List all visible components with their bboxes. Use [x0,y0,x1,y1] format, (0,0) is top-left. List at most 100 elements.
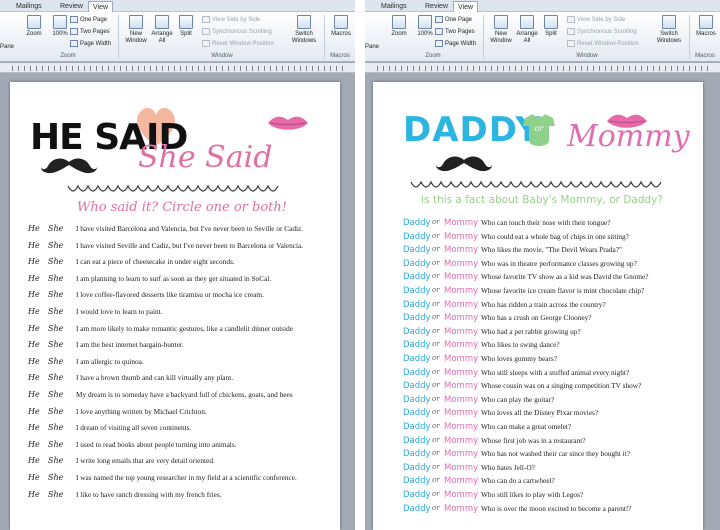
mommy-option[interactable]: Mommy [444,422,478,432]
document-page[interactable]: HE SAID She Said Who said it? Circle one… [10,82,340,530]
mommy-option[interactable]: Mommy [444,395,478,405]
page-width-button[interactable]: Page Width [435,39,476,49]
horizontal-ruler[interactable] [0,63,355,73]
document-page[interactable]: DADDY or Mommy Is this a fact about Baby… [373,82,703,530]
daddy-option[interactable]: Daddy [403,300,431,310]
she-option[interactable]: She [48,407,63,416]
mommy-option[interactable]: Mommy [444,354,478,364]
mommy-option[interactable]: Mommy [444,476,478,486]
he-option[interactable]: He [28,456,40,465]
reset-window-position-button[interactable]: Reset Window Position [567,39,639,49]
mommy-option[interactable]: Mommy [444,436,478,446]
mommy-option[interactable]: Mommy [444,340,478,350]
he-option[interactable]: He [28,290,40,299]
mommy-option[interactable]: Mommy [444,259,478,269]
he-option[interactable]: He [28,357,40,366]
zoom-button[interactable]: Zoom [385,15,413,49]
daddy-option[interactable]: Daddy [403,381,431,391]
tab-review[interactable]: Review [421,1,452,12]
tab-mailings[interactable]: Mailings [12,1,46,12]
daddy-option[interactable]: Daddy [403,368,431,378]
new-window-button[interactable]: New Window [122,15,150,49]
she-option[interactable]: She [48,456,63,465]
tab-review[interactable]: Review [56,1,87,12]
daddy-option[interactable]: Daddy [403,340,431,350]
macros-button[interactable]: Macros [692,15,720,49]
tab-mailings[interactable]: Mailings [377,1,411,12]
horizontal-ruler[interactable] [365,63,720,73]
daddy-option[interactable]: Daddy [403,395,431,405]
he-option[interactable]: He [28,440,40,449]
view-side-by-side-button[interactable]: View Side by Side [567,15,625,25]
he-option[interactable]: He [28,241,40,250]
daddy-option[interactable]: Daddy [403,232,431,242]
she-option[interactable]: She [48,440,63,449]
daddy-option[interactable]: Daddy [403,354,431,364]
two-pages-button[interactable]: Two Pages [70,27,110,37]
daddy-option[interactable]: Daddy [403,408,431,418]
he-option[interactable]: He [28,340,40,349]
daddy-option[interactable]: Daddy [403,259,431,269]
daddy-option[interactable]: Daddy [403,463,431,473]
mommy-option[interactable]: Mommy [444,504,478,514]
switch-windows-button[interactable]: Switch Windows [653,15,685,49]
daddy-option[interactable]: Daddy [403,449,431,459]
he-option[interactable]: He [28,307,40,316]
two-pages-button[interactable]: Two Pages [435,27,475,37]
mommy-option[interactable]: Mommy [444,286,478,296]
he-option[interactable]: He [28,274,40,283]
he-option[interactable]: He [28,390,40,399]
mommy-option[interactable]: Mommy [444,300,478,310]
page-width-button[interactable]: Page Width [70,39,111,49]
she-option[interactable]: She [48,373,63,382]
she-option[interactable]: She [48,390,63,399]
mommy-option[interactable]: Mommy [444,408,478,418]
he-option[interactable]: He [28,224,40,233]
she-option[interactable]: She [48,423,63,432]
she-option[interactable]: She [48,257,63,266]
mommy-option[interactable]: Mommy [444,232,478,242]
he-option[interactable]: He [28,257,40,266]
one-page-button[interactable]: One Page [435,15,472,25]
macros-button[interactable]: Macros [327,15,355,49]
he-option[interactable]: He [28,490,40,499]
one-page-button[interactable]: One Page [70,15,107,25]
switch-windows-button[interactable]: Switch Windows [288,15,320,49]
new-window-button[interactable]: New Window [487,15,515,49]
mommy-option[interactable]: Mommy [444,381,478,391]
she-option[interactable]: She [48,224,63,233]
she-option[interactable]: She [48,290,63,299]
split-button[interactable]: Split [172,15,200,49]
she-option[interactable]: She [48,274,63,283]
he-option[interactable]: He [28,423,40,432]
daddy-option[interactable]: Daddy [403,313,431,323]
mommy-option[interactable]: Mommy [444,327,478,337]
sync-scrolling-button[interactable]: Synchronous Scrolling [567,27,637,37]
she-option[interactable]: She [48,490,63,499]
she-option[interactable]: She [48,241,63,250]
mommy-option[interactable]: Mommy [444,368,478,378]
daddy-option[interactable]: Daddy [403,504,431,514]
mommy-option[interactable]: Mommy [444,449,478,459]
she-option[interactable]: She [48,357,63,366]
sync-scrolling-button[interactable]: Synchronous Scrolling [202,27,272,37]
daddy-option[interactable]: Daddy [403,218,431,228]
she-option[interactable]: She [48,340,63,349]
daddy-option[interactable]: Daddy [403,327,431,337]
he-option[interactable]: He [28,407,40,416]
he-option[interactable]: He [28,373,40,382]
she-option[interactable]: She [48,307,63,316]
reset-window-position-button[interactable]: Reset Window Position [202,39,274,49]
daddy-option[interactable]: Daddy [403,476,431,486]
daddy-option[interactable]: Daddy [403,490,431,500]
daddy-option[interactable]: Daddy [403,436,431,446]
she-option[interactable]: She [48,324,63,333]
daddy-option[interactable]: Daddy [403,245,431,255]
zoom-button[interactable]: Zoom [20,15,48,49]
view-side-by-side-button[interactable]: View Side by Side [202,15,260,25]
she-option[interactable]: She [48,473,63,482]
mommy-option[interactable]: Mommy [444,245,478,255]
mommy-option[interactable]: Mommy [444,272,478,282]
daddy-option[interactable]: Daddy [403,422,431,432]
he-option[interactable]: He [28,473,40,482]
